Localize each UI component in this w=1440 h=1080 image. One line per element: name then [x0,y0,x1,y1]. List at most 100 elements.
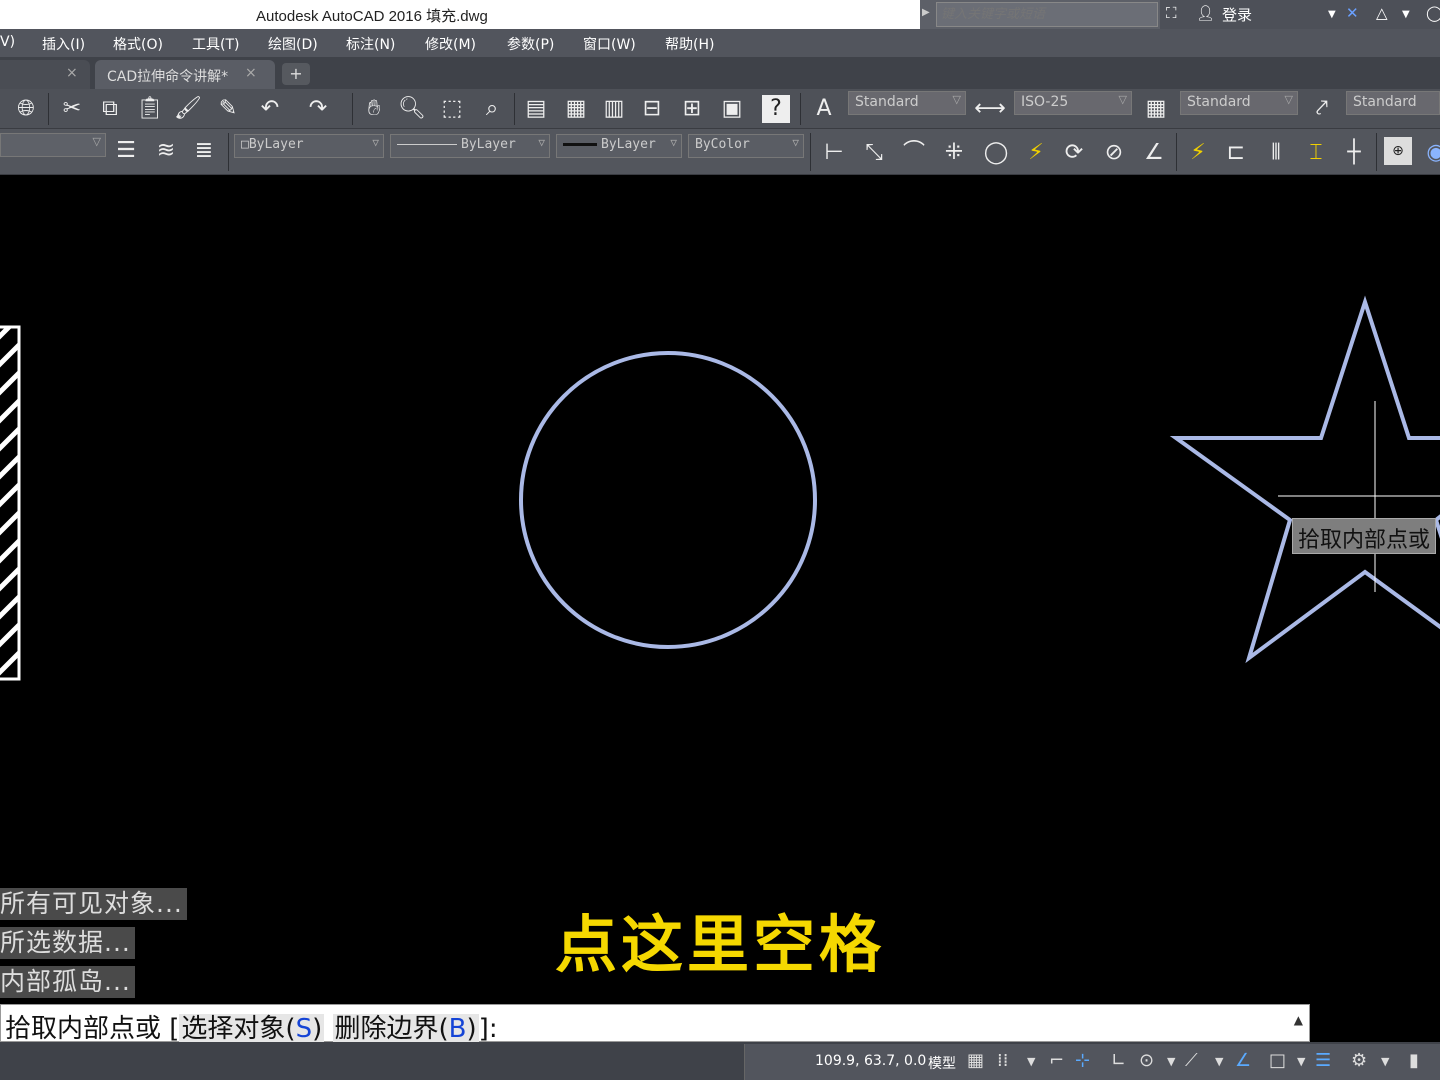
object-snap-tracking-icon[interactable]: ∠ [1235,1050,1251,1071]
tab-previous-document[interactable]: × [0,60,90,89]
new-tab-button[interactable]: + [282,63,310,85]
dimension-style-icon[interactable]: ⟷ [974,93,1006,125]
paste-icon[interactable]: 📋︎ [134,93,166,125]
layer-previous-icon[interactable]: ≣ [188,135,220,167]
coordinate-readout[interactable]: 109.9, 63.7, 0.0 [815,1053,926,1069]
login-button[interactable]: 登录 [1222,4,1252,25]
make-current-layer-icon[interactable]: ≋ [150,135,182,167]
sheet-set-icon[interactable]: ⊟ [636,93,668,125]
star-entity[interactable] [1169,295,1440,664]
color-combo[interactable]: □ByLayer ▽ [234,134,384,158]
tolerance-icon[interactable]: ⊕ [1384,137,1412,165]
dimension-break-icon[interactable]: ┼ [1338,137,1370,169]
circle-entity[interactable] [519,351,817,649]
command-line[interactable]: 拾取内部点或 [选择对象(S) 删除边界(B)]: ▲ [0,1004,1310,1044]
layer-properties-icon[interactable]: ☰ [110,135,142,167]
quick-dimension-icon[interactable]: ⚡︎ [1182,137,1214,169]
table-style-icon[interactable]: ▦ [1140,93,1172,125]
drawing-canvas[interactable]: 拾取内部点或 所有可见对象... 所选数据... 内部孤岛... 点这里空格 [0,176,1440,1004]
option-select-objects[interactable]: 选择对象(S) [179,1014,325,1044]
zoom-window-icon[interactable]: ⬚ [436,93,468,125]
layer-combo[interactable]: ▽ [0,133,106,157]
linear-dimension-icon[interactable]: ⊢ [818,137,850,169]
menu-help[interactable]: 帮助(H) [665,34,714,54]
arc-length-icon[interactable]: ⌒ [898,137,930,169]
mleader-style-combo[interactable]: Standard [1346,91,1440,115]
exchange-icon[interactable]: ✕ [1346,4,1359,22]
plot-style-combo[interactable]: ByColor ▽ [688,134,804,158]
diameter-circle-icon[interactable]: ⊘ [1098,137,1130,169]
copy-icon[interactable]: ⧉ [94,93,126,125]
menu-window[interactable]: 窗口(W) [583,34,636,54]
model-space-button[interactable]: 模型 [928,1053,956,1073]
jogged-dimension-icon[interactable]: ⚡︎ [1020,137,1052,169]
infer-constraints-icon[interactable]: ⌐ [1049,1050,1064,1071]
baseline-dimension-icon[interactable]: ⊏ [1220,137,1252,169]
help-question-icon[interactable]: ? [762,95,790,123]
cut-icon[interactable]: ✂ [56,93,88,125]
match-properties-icon[interactable]: 🖌︎ [172,93,204,125]
binoculars-icon[interactable]: ⛶ [1166,4,1177,22]
snap-icon[interactable]: ⁞⁞ [997,1050,1008,1071]
tab-active-document[interactable]: CAD拉伸命令讲解* × [95,60,275,89]
grid-icon[interactable]: ▦ [967,1050,984,1071]
design-center-icon[interactable]: ▦ [560,93,592,125]
table-style-combo[interactable]: Standard ▽ [1180,91,1298,115]
redo-icon[interactable]: ↷ [302,93,334,125]
aligned-dimension-icon[interactable]: ⤡ [858,137,890,169]
continue-dimension-icon[interactable]: ⫴ [1260,137,1292,169]
zoom-previous-icon[interactable]: ⌕ [476,93,508,125]
properties-icon[interactable]: ▤ [520,93,552,125]
angular-dimension-icon[interactable]: ∠ [1138,137,1170,169]
dynamic-input-icon[interactable]: ⊹ [1075,1050,1090,1071]
text-style-combo[interactable]: Standard ▽ [848,91,966,115]
markup-set-icon[interactable]: ⊞ [676,93,708,125]
tab-close-icon[interactable]: × [245,65,257,81]
menu-dimension[interactable]: 标注(N) [346,34,395,54]
command-history-toggle-icon[interactable]: ▲ [1294,1013,1303,1027]
polar-tracking-icon[interactable]: ⊙ [1139,1050,1154,1071]
customization-icon[interactable]: ▮ [1409,1050,1419,1071]
object-snap-icon[interactable]: □ [1269,1050,1286,1071]
menu-parametric[interactable]: 参数(P) [507,34,554,54]
workspace-gear-icon[interactable]: ⚙ [1351,1050,1367,1071]
multileader-style-icon[interactable]: ⤤ [1306,93,1338,125]
autodesk-a360-icon[interactable]: △ [1376,4,1388,22]
menu-modify[interactable]: 修改(M) [425,34,476,54]
polar-dropdown-icon[interactable]: ▼ [1167,1055,1175,1068]
undo-icon[interactable]: ↶ [254,93,286,125]
help-icon[interactable]: ◯ [1426,4,1440,22]
hatched-rectangle[interactable] [0,306,30,710]
ortho-icon[interactable]: ∟ [1111,1050,1126,1071]
tab-close-icon[interactable]: × [66,65,78,81]
linetype-combo[interactable]: ByLayer ▽ [390,134,550,158]
snap-dropdown-icon[interactable]: ▼ [1027,1055,1035,1068]
menu-insert[interactable]: 插入(I) [42,34,85,54]
a360-dropdown-icon[interactable]: ▼ [1402,9,1410,20]
menu-tools[interactable]: 工具(T) [192,34,239,54]
calculator-icon[interactable]: ▣ [716,93,748,125]
zoom-realtime-icon[interactable]: 🔍︎ [396,93,428,125]
object-snap-dropdown-icon[interactable]: ▼ [1297,1055,1305,1068]
menu-format[interactable]: 格式(O) [113,34,163,54]
lineweight-toggle-icon[interactable]: ☰ [1315,1050,1331,1071]
center-mark-icon[interactable]: ◉ [1420,137,1440,169]
pan-icon[interactable]: ✋︎ [358,93,390,125]
radius-dimension-icon[interactable]: ◯ [980,137,1012,169]
workspace-dropdown-icon[interactable]: ▼ [1381,1055,1389,1068]
tool-palettes-icon[interactable]: ▥ [598,93,630,125]
search-input[interactable] [936,2,1158,27]
diameter-dimension-icon[interactable]: ⟳ [1058,137,1090,169]
block-editor-icon[interactable]: ✎ [212,93,244,125]
user-icon[interactable]: 👤︎ [1196,4,1215,22]
web-mobile-icon[interactable]: 🌐︎ [10,93,42,125]
search-expand-icon[interactable]: ▶ [922,7,930,18]
ordinate-dimension-icon[interactable]: ⁜ [938,137,970,169]
lineweight-combo[interactable]: ByLayer ▽ [556,134,682,158]
isometric-icon[interactable]: ⟋ [1185,1050,1198,1071]
dimension-space-icon[interactable]: ⌶ [1300,137,1332,169]
option-remove-boundaries[interactable]: 删除边界(B) [332,1014,479,1044]
menu-view[interactable]: V) [0,34,15,50]
dim-style-combo[interactable]: ISO-25 ▽ [1014,91,1132,115]
isometric-dropdown-icon[interactable]: ▼ [1215,1055,1223,1068]
